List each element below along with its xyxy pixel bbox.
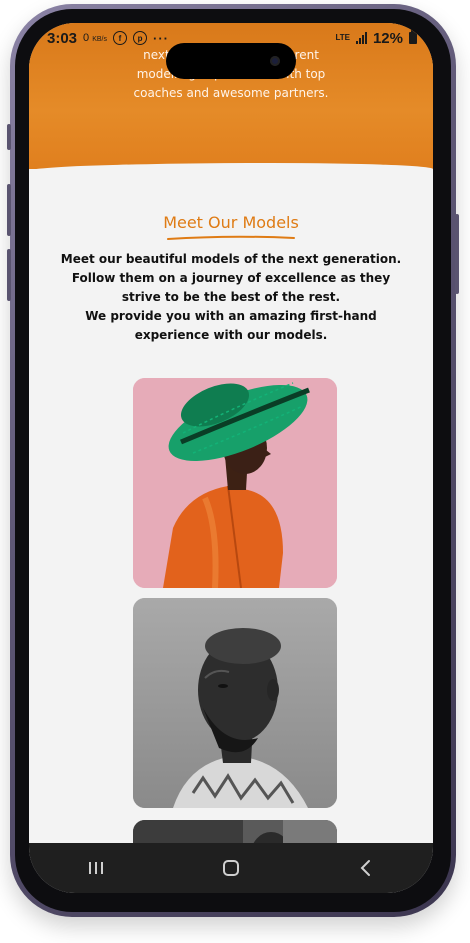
recents-icon (89, 862, 104, 874)
back-icon (360, 860, 370, 876)
description-line-1: Meet our beautiful models of the next ge… (60, 252, 402, 304)
data-speed-value: 0 (83, 32, 90, 44)
power-button (455, 214, 459, 294)
home-icon (222, 860, 239, 876)
status-time: 3:03 (47, 29, 78, 47)
description-line-2: We provide you with an amazing first-han… (85, 309, 377, 342)
pinterest-icon: p (133, 31, 148, 45)
data-speed-unit: KB/s (92, 36, 108, 43)
recents-button[interactable] (72, 848, 120, 888)
signal-icon (355, 32, 367, 44)
model-photo-2 (133, 598, 337, 808)
section-heading: Meet Our Models (163, 213, 299, 242)
back-button[interactable] (342, 848, 390, 888)
bezel: next ... and experi... different modelli… (15, 9, 451, 912)
section-heading-text: Meet Our Models (163, 213, 299, 232)
model-card-2[interactable] (133, 598, 337, 808)
phone-frame: next ... and experi... different modelli… (7, 4, 459, 917)
dynamic-island (166, 43, 296, 79)
data-speed-indicator: 0 KB/s (83, 32, 107, 44)
screen: next ... and experi... different modelli… (29, 23, 433, 893)
model-card-1[interactable] (133, 378, 337, 588)
banner-edge (29, 163, 433, 173)
volume-down-button (7, 249, 11, 301)
system-nav-bar (29, 843, 433, 893)
heading-underline (167, 235, 295, 240)
models-section: Meet Our Models Meet our beautiful model… (29, 173, 433, 345)
section-description: Meet our beautiful models of the next ge… (56, 250, 406, 345)
facebook-icon: f (113, 31, 128, 45)
battery-percent: 12% (372, 29, 403, 47)
more-notifications-icon: ··· (153, 30, 170, 46)
action-button (7, 124, 11, 150)
volume-up-button (7, 184, 11, 236)
home-button[interactable] (207, 848, 255, 888)
network-type: LTE (335, 33, 350, 42)
front-camera (270, 56, 280, 66)
battery-icon (409, 30, 417, 44)
model-photo-1 (133, 378, 337, 588)
